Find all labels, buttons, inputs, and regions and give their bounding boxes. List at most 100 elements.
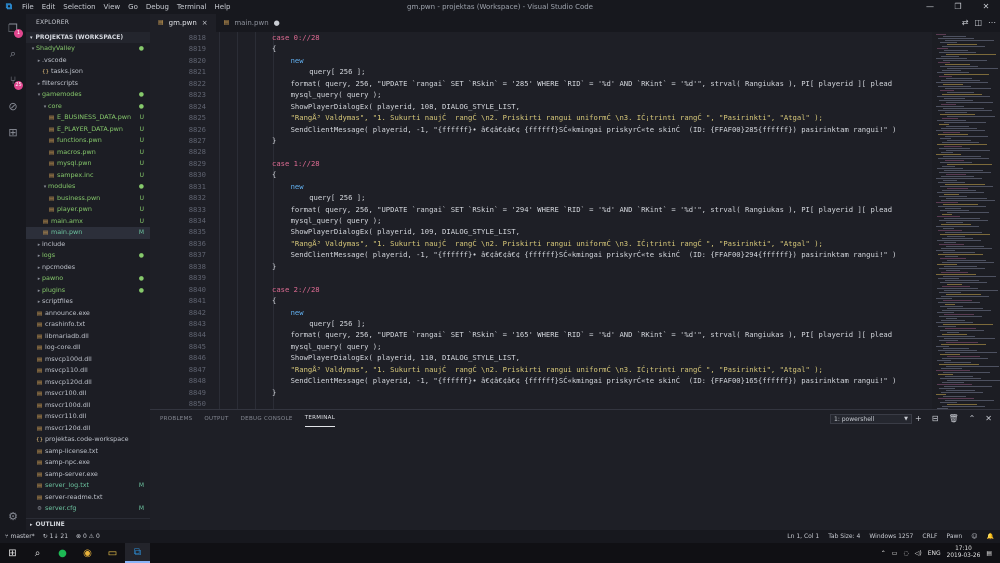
panel-tab-terminal[interactable]: TERMINAL <box>304 411 336 427</box>
tray-volume-icon[interactable]: ◁) <box>915 550 922 557</box>
menu-item-help[interactable]: Help <box>211 0 235 14</box>
menu-item-file[interactable]: File <box>18 0 38 14</box>
workspace-header[interactable]: ▾ PROJEKTAS (WORKSPACE) <box>26 32 150 43</box>
unsaved-dot-icon[interactable]: ● <box>274 14 280 32</box>
tree-folder[interactable]: ▸ logs ● <box>26 250 150 262</box>
tree-file[interactable]: ▤ E_PLAYER_DATA.pwn U <box>26 124 150 136</box>
tree-file[interactable]: ▤ log-core.dll <box>26 342 150 354</box>
chrome-icon[interactable]: ◉ <box>75 543 100 563</box>
tree-folder[interactable]: ▾ core ● <box>26 101 150 113</box>
menu-item-terminal[interactable]: Terminal <box>173 0 211 14</box>
menu-item-go[interactable]: Go <box>124 0 142 14</box>
menu-item-edit[interactable]: Edit <box>38 0 60 14</box>
tree-folder[interactable]: ▾ ShadyValley ● <box>26 43 150 55</box>
close-window-button[interactable]: ✕ <box>972 0 1000 14</box>
tree-file[interactable]: ▤ msvcp110.dll <box>26 365 150 377</box>
tree-file[interactable]: ▤ msvcr120d.dll <box>26 423 150 435</box>
outline-header[interactable]: ▸ OUTLINE <box>26 518 150 530</box>
tree-file[interactable]: ▤ business.pwn U <box>26 193 150 205</box>
tree-file[interactable]: ▤ libmariadb.dll <box>26 331 150 343</box>
tab-size[interactable]: Tab Size: 4 <box>828 533 860 540</box>
tree-file[interactable]: ▤ samp-server.exe <box>26 469 150 481</box>
settings-gear-icon[interactable]: ⚙ <box>5 508 21 524</box>
menu-item-view[interactable]: View <box>100 0 125 14</box>
menu-item-debug[interactable]: Debug <box>142 0 173 14</box>
tree-folder[interactable]: ▸ include <box>26 239 150 251</box>
minimize-button[interactable]: — <box>916 0 944 14</box>
tray-up-arrow-icon[interactable]: ⌃ <box>881 550 886 557</box>
close-panel-icon[interactable]: ✕ <box>985 413 992 425</box>
tree-folder[interactable]: ▸ pawno ● <box>26 273 150 285</box>
sync-status[interactable]: ↻ 1↓ 21 <box>43 533 68 540</box>
tree-file[interactable]: ▤ main.amx U <box>26 216 150 228</box>
compare-icon[interactable]: ⇄ <box>962 14 969 32</box>
tree-file[interactable]: ▤ crashinfo.txt <box>26 319 150 331</box>
more-actions-icon[interactable]: ⋯ <box>988 14 996 32</box>
split-editor-icon[interactable]: ◫ <box>974 14 982 32</box>
tray-network-icon[interactable]: ◌ <box>903 550 908 557</box>
tab-gm-pwn[interactable]: ▤ gm.pwn × <box>150 14 216 32</box>
tree-folder[interactable]: ▸ plugins ● <box>26 285 150 297</box>
tree-file[interactable]: {} projektas.code-workspace <box>26 434 150 446</box>
tree-file[interactable]: ▤ mysql.pwn U <box>26 158 150 170</box>
tab-main-pwn[interactable]: ▤ main.pwn ● <box>216 14 288 32</box>
tree-file[interactable]: ▤ server_log.txt M <box>26 480 150 492</box>
split-terminal-icon[interactable]: ⊟ <box>932 413 939 425</box>
encoding[interactable]: Windows 1257 <box>869 533 913 540</box>
code-editor[interactable]: 8818 case 0://28 8819 {8820 new 8821 query[ 25… <box>150 32 932 409</box>
panel-tab-output[interactable]: OUTPUT <box>204 410 228 428</box>
minimap[interactable] <box>932 32 1000 409</box>
debug-icon[interactable]: ⊘ <box>5 98 21 114</box>
tree-file[interactable]: ▤ player.pwn U <box>26 204 150 216</box>
tree-file[interactable]: ▤ main.pwn M <box>26 227 150 239</box>
menu-item-selection[interactable]: Selection <box>59 0 99 14</box>
tree-file[interactable]: ▤ msvcp100d.dll <box>26 354 150 366</box>
extensions-icon[interactable]: ⊞ <box>5 124 21 140</box>
tree-file[interactable]: ▤ announce.exe <box>26 308 150 320</box>
explorer-icon[interactable]: ❐ 1 <box>5 20 23 38</box>
git-branch[interactable]: ⑂ master* <box>5 533 35 540</box>
tree-folder[interactable]: ▸ .vscode <box>26 55 150 67</box>
tree-folder[interactable]: ▸ filterscripts <box>26 78 150 90</box>
tree-file[interactable]: ▤ macros.pwn U <box>26 147 150 159</box>
input-language[interactable]: ENG <box>928 550 941 557</box>
tree-file[interactable]: ⚙ server.cfg M <box>26 503 150 515</box>
file-explorer-icon[interactable]: ▭ <box>100 543 125 563</box>
cursor-position[interactable]: Ln 1, Col 1 <box>787 533 819 540</box>
tree-file[interactable]: ▤ msvcr100.dll <box>26 388 150 400</box>
search-icon[interactable]: ⌕ <box>5 46 21 62</box>
windows-start-icon[interactable]: ⊞ <box>0 543 25 563</box>
tree-file[interactable]: ▤ server-readme.txt <box>26 492 150 504</box>
panel-tab-debug-console[interactable]: DEBUG CONSOLE <box>241 410 293 428</box>
tree-file[interactable]: ▤ E_BUSINESS_DATA.pwn U <box>26 112 150 124</box>
search-icon[interactable]: ⌕ <box>25 543 50 563</box>
tree-file[interactable]: ▤ msvcp120d.dll <box>26 377 150 389</box>
tree-file[interactable]: ▤ msvcr110.dll <box>26 411 150 423</box>
source-control-icon[interactable]: ⑂ 25 <box>5 72 23 90</box>
tree-file[interactable]: ▤ functions.pwn U <box>26 135 150 147</box>
trash-icon[interactable]: 🗑 <box>948 413 958 425</box>
tree-file[interactable]: ▤ samp-npc.exe <box>26 457 150 469</box>
spotify-icon[interactable]: ● <box>50 543 75 563</box>
tree-folder[interactable]: ▾ modules ● <box>26 181 150 193</box>
notifications-icon[interactable]: 🔔 <box>987 533 994 540</box>
new-terminal-icon[interactable]: + <box>915 413 922 425</box>
close-tab-icon[interactable]: × <box>202 14 208 32</box>
language-mode[interactable]: Pawn <box>947 533 963 540</box>
tree-file[interactable]: ▤ msvcr100d.dll <box>26 400 150 412</box>
tree-folder[interactable]: ▸ scriptfiles <box>26 296 150 308</box>
tree-file[interactable]: ▤ samp-license.txt <box>26 446 150 458</box>
action-center-icon[interactable]: ▤ <box>986 550 992 557</box>
panel-tab-problems[interactable]: PROBLEMS <box>160 410 192 428</box>
clock[interactable]: 17:10 2019-03-26 <box>947 546 981 560</box>
restore-button[interactable]: ❐ <box>944 0 972 14</box>
end-of-line[interactable]: CRLF <box>922 533 937 540</box>
tree-file[interactable]: {} tasks.json <box>26 66 150 78</box>
terminal-select[interactable]: 1: powershell ▼ <box>830 414 912 424</box>
vscode-icon[interactable]: ⧉ <box>125 543 150 563</box>
tree-file[interactable]: ▤ sampex.inc U <box>26 170 150 182</box>
problems-status[interactable]: ⊗ 0 ⚠ 0 <box>76 533 100 540</box>
tray-battery-icon[interactable]: ▭ <box>892 550 898 557</box>
tree-folder[interactable]: ▸ npcmodes <box>26 262 150 274</box>
maximize-panel-icon[interactable]: ⌃ <box>969 413 976 425</box>
